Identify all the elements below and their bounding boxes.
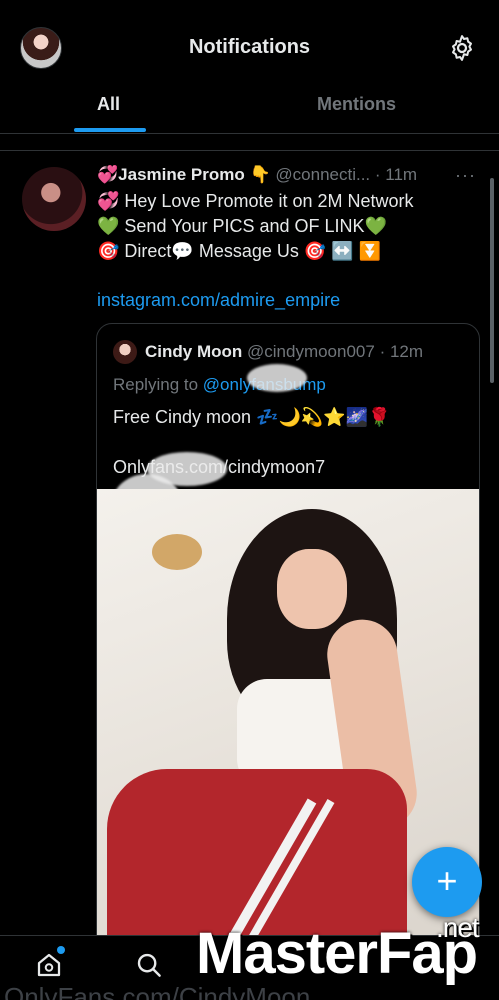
author-name[interactable]: 💞Jasmine Promo 👇: [97, 165, 271, 184]
watermark: MasterFap .net: [196, 912, 480, 987]
tab-mentions[interactable]: Mentions: [317, 94, 396, 115]
search-icon[interactable]: [134, 950, 164, 980]
avatar[interactable]: [22, 167, 86, 231]
tab-all[interactable]: All: [97, 94, 120, 115]
redaction-scribble: [247, 364, 307, 392]
author-handle: @connecti...: [275, 165, 371, 184]
tweet-link[interactable]: instagram.com/admire_empire: [97, 290, 340, 311]
quoted-author-handle: @cindymoon007: [247, 342, 375, 361]
scrollbar[interactable]: [490, 178, 494, 383]
home-icon[interactable]: [34, 950, 64, 980]
unread-dot: [57, 946, 65, 954]
watermark-suffix: .net: [436, 912, 480, 943]
notification-tweet[interactable]: 💞Jasmine Promo 👇 @connecti... · 11m ··· …: [0, 150, 499, 963]
hat-shape: [152, 534, 202, 570]
tweet-header: 💞Jasmine Promo 👇 @connecti... · 11m: [97, 165, 487, 189]
notification-tabs: All Mentions: [0, 82, 499, 134]
photo-shape: [277, 549, 347, 629]
watermark-text: MasterFap: [196, 921, 478, 986]
quoted-time: · 12m: [379, 342, 424, 361]
page-title: Notifications: [188, 36, 311, 58]
quoted-avatar: [113, 340, 137, 364]
quoted-text: Free Cindy moon 💤🌙💫⭐🌌🌹: [113, 407, 391, 427]
active-tab-indicator: [74, 128, 146, 132]
compose-button[interactable]: +: [412, 847, 482, 917]
quoted-header: Cindy Moon @cindymoon007 · 12m: [145, 342, 423, 362]
tweet-time: · 11m: [374, 165, 418, 184]
more-options-icon[interactable]: ···: [455, 165, 476, 186]
tweet-text-line: 💞 Hey Love Promote it on 2M Network: [97, 191, 414, 211]
replying-to-label: Replying to: [113, 375, 203, 394]
tweet-text-line: 💚 Send Your PICS and OF LINK💚: [97, 216, 387, 236]
tweet-text-line: 🎯 Direct💬 Message Us 🎯 ↔️ ⏬: [97, 241, 382, 261]
gear-icon[interactable]: [447, 33, 477, 63]
quoted-author-name: Cindy Moon: [145, 342, 243, 361]
